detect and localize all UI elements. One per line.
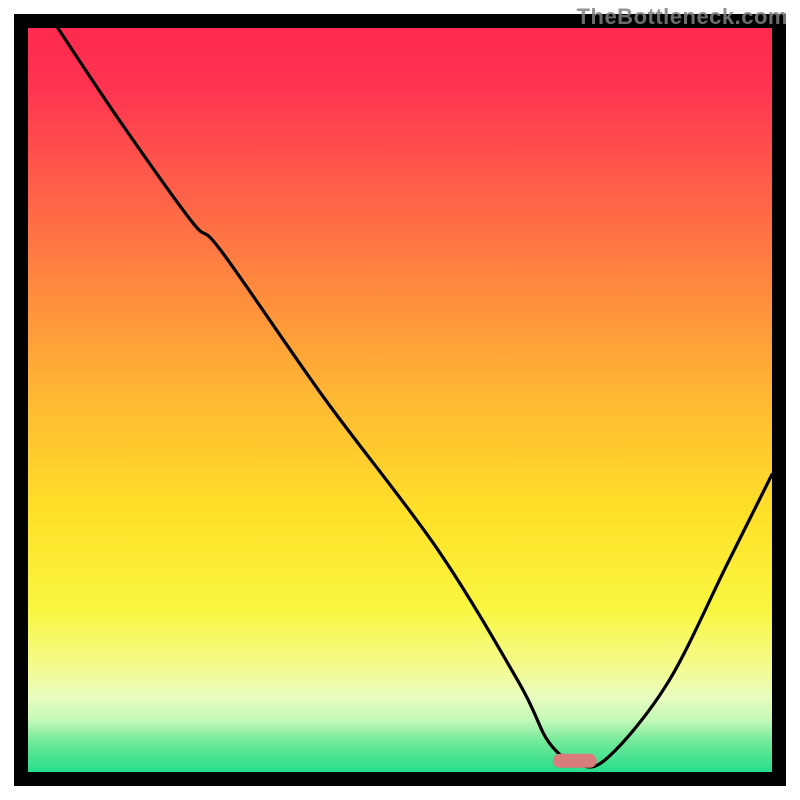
chart-svg: [0, 0, 800, 800]
chart-container: TheBottleneck.com: [0, 0, 800, 800]
current-config-marker: [553, 754, 597, 768]
attribution-label: TheBottleneck.com: [577, 4, 788, 30]
plot-background: [28, 28, 772, 772]
